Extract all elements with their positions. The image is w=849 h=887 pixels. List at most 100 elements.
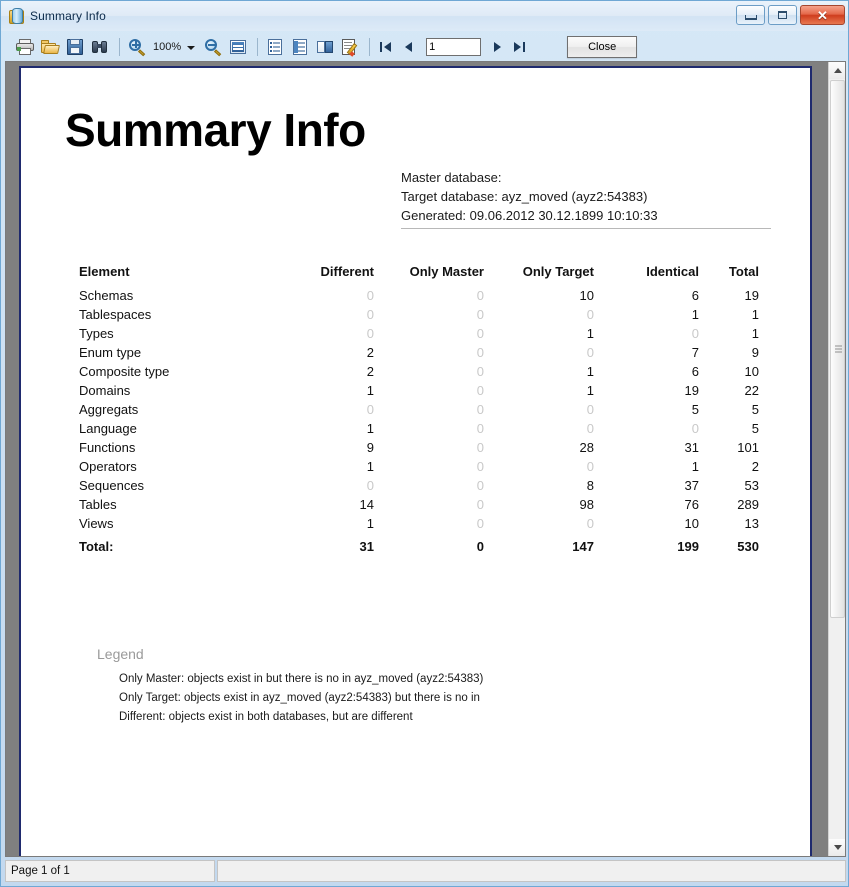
table-row: Composite type 2 0 1 6 10 bbox=[79, 362, 759, 381]
cell-only-master: 0 bbox=[476, 421, 484, 436]
legend-title: Legend bbox=[97, 646, 144, 662]
table-row: Domains 1 0 1 19 22 bbox=[79, 381, 759, 400]
window-controls: ✕ bbox=[736, 5, 845, 25]
cell-total: 19 bbox=[744, 288, 759, 303]
cell-only-master: 0 bbox=[476, 288, 484, 303]
table-header-row: Element Different Only Master Only Targe… bbox=[79, 264, 759, 286]
cell-identical: 31 bbox=[684, 440, 699, 455]
cell-total: 22 bbox=[744, 383, 759, 398]
toolbar-separator bbox=[119, 37, 120, 56]
table-row: Views 1 0 0 10 13 bbox=[79, 514, 759, 533]
cell-identical: 7 bbox=[691, 345, 699, 360]
cell-only-target: 1 bbox=[586, 383, 594, 398]
close-button[interactable]: Close bbox=[567, 35, 638, 58]
cell-identical: 76 bbox=[684, 497, 699, 512]
print-icon[interactable] bbox=[14, 36, 36, 58]
status-secondary-pane bbox=[217, 860, 846, 882]
cell-only-master: 0 bbox=[476, 364, 484, 379]
meta-master-database: Master database: bbox=[401, 170, 502, 185]
chevron-down-icon bbox=[833, 845, 842, 850]
scroll-up-button[interactable] bbox=[829, 62, 845, 79]
next-page-icon[interactable] bbox=[490, 38, 506, 56]
cell-total: 530 bbox=[737, 539, 759, 554]
cell-only-target: 10 bbox=[579, 288, 594, 303]
outline-icon[interactable] bbox=[264, 36, 286, 58]
save-icon[interactable] bbox=[64, 36, 86, 58]
table-row: Types 0 0 1 0 1 bbox=[79, 324, 759, 343]
title-bar[interactable]: Summary Info ✕ bbox=[1, 1, 848, 31]
status-bar: Page 1 of 1 bbox=[5, 860, 846, 882]
cell-only-master: 0 bbox=[476, 539, 484, 554]
zoom-in-icon[interactable] bbox=[126, 36, 148, 58]
cell-only-target: 28 bbox=[579, 440, 594, 455]
cell-total: 5 bbox=[751, 421, 759, 436]
cell-different: 1 bbox=[366, 383, 374, 398]
cell-only-master: 0 bbox=[476, 459, 484, 474]
window-title: Summary Info bbox=[30, 9, 106, 23]
first-page-icon[interactable] bbox=[379, 38, 395, 56]
book-icon[interactable] bbox=[314, 36, 336, 58]
cell-total: 289 bbox=[737, 497, 759, 512]
column-header-element: Element bbox=[79, 264, 130, 279]
close-icon: ✕ bbox=[817, 7, 828, 23]
cell-different: 1 bbox=[366, 459, 374, 474]
open-folder-icon[interactable] bbox=[39, 36, 61, 58]
cell-only-target: 0 bbox=[586, 402, 594, 417]
legend-lines: Only Master: objects exist in but there … bbox=[119, 670, 483, 727]
cell-element: Tables bbox=[79, 497, 117, 512]
cell-identical: 1 bbox=[691, 459, 699, 474]
cell-element: Views bbox=[79, 516, 114, 531]
cell-identical: 1 bbox=[691, 307, 699, 322]
maximize-button[interactable] bbox=[768, 5, 797, 25]
last-page-icon[interactable] bbox=[512, 38, 528, 56]
cell-element: Total: bbox=[79, 539, 114, 554]
zoom-out-icon[interactable] bbox=[202, 36, 224, 58]
summary-table: Element Different Only Master Only Targe… bbox=[79, 264, 759, 556]
vertical-scrollbar[interactable] bbox=[828, 62, 845, 856]
edit-icon[interactable] bbox=[339, 36, 361, 58]
cell-only-master: 0 bbox=[476, 402, 484, 417]
zoom-level-label[interactable]: 100% bbox=[153, 41, 181, 53]
cell-only-master: 0 bbox=[476, 345, 484, 360]
cell-different: 1 bbox=[366, 421, 374, 436]
find-icon[interactable] bbox=[89, 36, 111, 58]
table-row: Language 1 0 0 0 5 bbox=[79, 419, 759, 438]
table-row: Functions 9 0 28 31 101 bbox=[79, 438, 759, 457]
thumbnails-icon[interactable] bbox=[289, 36, 311, 58]
cell-element: Domains bbox=[79, 383, 131, 398]
column-header-identical: Identical bbox=[646, 264, 699, 279]
cell-identical: 6 bbox=[691, 288, 699, 303]
page-title: Summary Info bbox=[65, 104, 366, 156]
scroll-down-button[interactable] bbox=[829, 839, 845, 856]
cell-only-master: 0 bbox=[476, 516, 484, 531]
cell-only-master: 0 bbox=[476, 440, 484, 455]
cell-different: 14 bbox=[359, 497, 374, 512]
cell-identical: 10 bbox=[684, 516, 699, 531]
cell-only-master: 0 bbox=[476, 497, 484, 512]
column-header-only-target: Only Target bbox=[522, 264, 594, 279]
page-view-icon[interactable] bbox=[227, 36, 249, 58]
column-header-only-master: Only Master bbox=[409, 264, 484, 279]
meta-target-database: Target database: ayz_moved (ayz2:54383) bbox=[401, 189, 648, 204]
minimize-button[interactable] bbox=[736, 5, 765, 25]
previous-page-icon[interactable] bbox=[401, 38, 417, 56]
scrollbar-thumb[interactable] bbox=[830, 80, 845, 618]
report-metadata: Master database: Target database: ayz_mo… bbox=[401, 168, 771, 225]
cell-different: 2 bbox=[366, 364, 374, 379]
cell-different: 9 bbox=[366, 440, 374, 455]
column-header-total: Total bbox=[728, 264, 759, 279]
table-row: Schemas 0 0 10 6 19 bbox=[79, 286, 759, 305]
page-number-input[interactable] bbox=[426, 37, 482, 56]
meta-generated: Generated: 09.06.2012 30.12.1899 10:10:3… bbox=[401, 208, 658, 223]
status-page-indicator: Page 1 of 1 bbox=[5, 860, 215, 882]
cell-only-target: 1 bbox=[586, 326, 594, 341]
scrollbar-grip-icon bbox=[835, 345, 842, 353]
legend-only-target: Only Target: objects exist in ayz_moved … bbox=[119, 692, 480, 704]
cell-only-target: 98 bbox=[579, 497, 594, 512]
close-window-button[interactable]: ✕ bbox=[800, 5, 845, 25]
table-row: Tablespaces 0 0 0 1 1 bbox=[79, 305, 759, 324]
summary-table-body: Schemas 0 0 10 6 19 Tablespaces 0 0 0 1 1 Types 0 0 1 0 1… bbox=[79, 286, 759, 556]
report-viewer: Summary Info Master database: Target dat… bbox=[5, 61, 846, 857]
chevron-down-icon[interactable] bbox=[187, 45, 196, 50]
cell-identical: 0 bbox=[691, 326, 699, 341]
